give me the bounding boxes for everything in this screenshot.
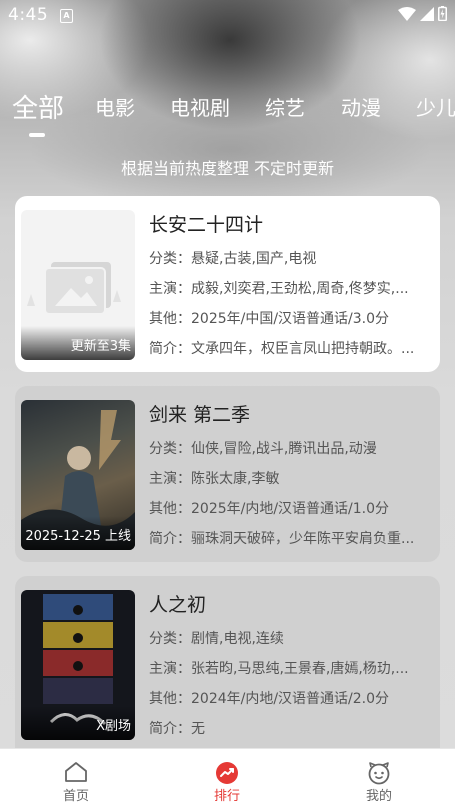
list-item[interactable]: 2025-12-25 上线 剑来 第二季 分类：仙侠,冒险,战斗,腾讯出品,动漫…	[15, 386, 440, 562]
item-category: 分类：剧情,电视,连续	[149, 631, 284, 647]
nav-ranking[interactable]: 排行	[172, 749, 282, 811]
battery-icon	[438, 6, 447, 21]
item-title: 人之初	[149, 594, 207, 616]
item-category: 分类：仙侠,冒险,战斗,腾讯出品,动漫	[149, 441, 377, 457]
poster-badge: X剧场	[96, 719, 131, 734]
poster-badge: 更新至3集	[70, 339, 131, 354]
tab-anime[interactable]: 动漫	[341, 92, 381, 121]
nav-profile-label: 我的	[365, 789, 392, 804]
active-tab-indicator	[29, 133, 45, 137]
tab-movie[interactable]: 电影	[95, 92, 135, 121]
bottom-navigation: 首页 排行 我的	[0, 748, 455, 811]
item-other: 其他：2024年/内地/汉语普通话/2.0分	[149, 691, 390, 707]
category-tabs: 全部 电影 电视剧 综艺 动漫 少儿	[0, 92, 455, 142]
home-icon	[65, 762, 87, 782]
status-time: 4:45	[8, 5, 49, 25]
nav-ranking-label: 排行	[213, 789, 240, 804]
status-icons	[398, 6, 447, 21]
item-cast: 主演：张若昀,马思纯,王景春,唐嫣,杨玏,...	[149, 661, 409, 677]
item-cast: 主演：成毅,刘奕君,王劲松,周奇,佟梦实,...	[149, 281, 409, 297]
nav-home-label: 首页	[62, 789, 89, 804]
nav-home[interactable]: 首页	[21, 749, 131, 811]
notification-icon: A	[60, 9, 73, 23]
face-icon	[368, 762, 390, 785]
tab-all[interactable]: 全部	[12, 92, 64, 125]
item-title: 长安二十四计	[149, 214, 264, 236]
item-intro: 简介：文承四年，权臣言凤山把持朝政。...	[149, 341, 415, 357]
item-cast: 主演：陈张太康,李敏	[149, 471, 280, 487]
status-bar: 4:45 A	[0, 0, 455, 32]
poster-badge: 2025-12-25 上线	[25, 529, 131, 544]
item-other: 其他：2025年/中国/汉语普通话/3.0分	[149, 311, 390, 327]
item-category: 分类：悬疑,古装,国产,电视	[149, 251, 317, 267]
tab-variety[interactable]: 综艺	[265, 92, 305, 121]
nav-profile[interactable]: 我的	[324, 749, 434, 811]
poster-image: 更新至3集	[21, 210, 135, 360]
trending-icon	[216, 762, 238, 784]
item-title: 剑来 第二季	[149, 404, 251, 426]
signal-icon	[420, 6, 434, 21]
list-item[interactable]: X剧场 人之初 分类：剧情,电视,连续 主演：张若昀,马思纯,王景春,唐嫣,杨玏…	[15, 576, 440, 766]
item-intro: 简介：无	[149, 721, 205, 737]
wifi-icon	[398, 6, 416, 21]
tab-tv[interactable]: 电视剧	[170, 92, 230, 121]
list-item[interactable]: 更新至3集 长安二十四计 分类：悬疑,古装,国产,电视 主演：成毅,刘奕君,王劲…	[15, 196, 440, 372]
item-other: 其他：2025年/内地/汉语普通话/1.0分	[149, 501, 390, 517]
ranking-subtitle: 根据当前热度整理 不定时更新	[120, 159, 335, 178]
poster-image: X剧场	[21, 590, 135, 740]
tab-kids[interactable]: 少儿	[416, 92, 455, 121]
item-intro: 简介：骊珠洞天破碎，少年陈平安肩负重...	[149, 531, 415, 547]
poster-image: 2025-12-25 上线	[21, 400, 135, 550]
